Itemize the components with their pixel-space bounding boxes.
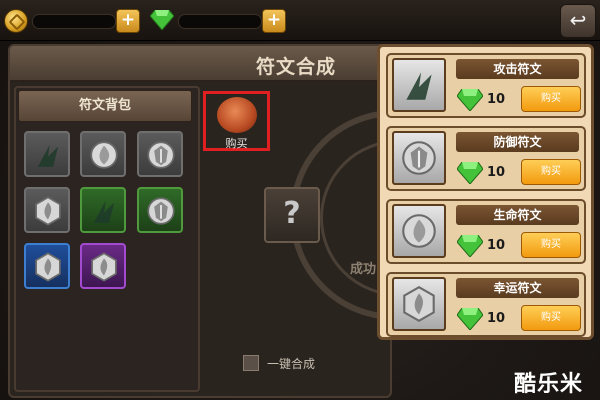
game-screen: + + ↩ 符文合成 符文背包 购买 ? 成功 一键合成 攻击符文 10 购买 防御符… bbox=[0, 0, 600, 400]
success-rate-label: 成功 bbox=[350, 262, 377, 277]
green-gem-icon bbox=[457, 89, 483, 111]
add-gem-button[interactable]: + bbox=[262, 9, 286, 33]
featured-buy-item[interactable]: 购买 bbox=[203, 91, 270, 151]
gold-coin-icon bbox=[4, 9, 28, 33]
shop-item-card: 幸运符文 10 购买 bbox=[386, 272, 586, 337]
fire-rune-icon bbox=[217, 97, 257, 133]
shop-item-price: 10 bbox=[487, 92, 506, 107]
inventory-slot[interactable] bbox=[24, 243, 70, 289]
green-gem-icon bbox=[457, 235, 483, 257]
luck-rune-icon bbox=[392, 277, 446, 331]
unknown-rune-slot[interactable]: ? bbox=[264, 187, 320, 243]
life-rune-icon bbox=[392, 204, 446, 258]
green-gem-icon bbox=[457, 162, 483, 184]
shop-item-card: 防御符文 10 购买 bbox=[386, 126, 586, 191]
inventory-slot[interactable] bbox=[24, 187, 70, 233]
add-gold-button[interactable]: + bbox=[116, 9, 140, 33]
buy-button[interactable]: 购买 bbox=[521, 232, 581, 258]
inventory-slot[interactable] bbox=[80, 131, 126, 177]
shop-item-price: 10 bbox=[487, 311, 506, 326]
return-arrow-icon[interactable]: ↩ bbox=[560, 4, 596, 38]
attack-rune-icon bbox=[392, 58, 446, 112]
shop-item-price: 10 bbox=[487, 165, 506, 180]
inventory-slot[interactable] bbox=[80, 187, 126, 233]
buy-button[interactable]: 购买 bbox=[521, 159, 581, 185]
defense-rune-icon bbox=[392, 131, 446, 185]
page-title: 符文合成 bbox=[256, 56, 337, 78]
shop-item-name: 幸运符文 bbox=[456, 278, 579, 298]
shop-item-name: 攻击符文 bbox=[456, 59, 579, 79]
shop-item-name: 生命符文 bbox=[456, 205, 579, 225]
inventory-title: 符文背包 bbox=[18, 90, 192, 122]
buy-button[interactable]: 购买 bbox=[521, 86, 581, 112]
gem-amount-bar bbox=[178, 14, 262, 29]
shop-item-price: 10 bbox=[487, 238, 506, 253]
buy-button[interactable]: 购买 bbox=[521, 305, 581, 331]
inventory-slot[interactable] bbox=[24, 131, 70, 177]
inventory-slot[interactable] bbox=[137, 187, 183, 233]
shop-item-name: 防御符文 bbox=[456, 132, 579, 152]
green-gem-icon bbox=[150, 10, 174, 30]
rune-shop-panel: 攻击符文 10 购买 防御符文 10 购买 生命符文 10 购买 幸运符文 10 购买 bbox=[377, 44, 594, 340]
watermark: 酷乐米 bbox=[514, 372, 584, 397]
inventory-slot[interactable] bbox=[80, 243, 126, 289]
inventory-slot[interactable] bbox=[137, 131, 183, 177]
featured-buy-label: 购买 bbox=[225, 137, 248, 150]
one-click-label: 一键合成 bbox=[267, 357, 316, 371]
shop-item-card: 生命符文 10 购买 bbox=[386, 199, 586, 264]
green-gem-icon bbox=[457, 308, 483, 330]
one-click-checkbox[interactable] bbox=[243, 355, 259, 371]
title-bar: 符文合成 bbox=[10, 46, 390, 82]
shop-item-card: 攻击符文 10 购买 bbox=[386, 53, 586, 118]
top-resource-bar: + + ↩ bbox=[0, 0, 600, 41]
gold-amount-bar bbox=[32, 14, 116, 29]
